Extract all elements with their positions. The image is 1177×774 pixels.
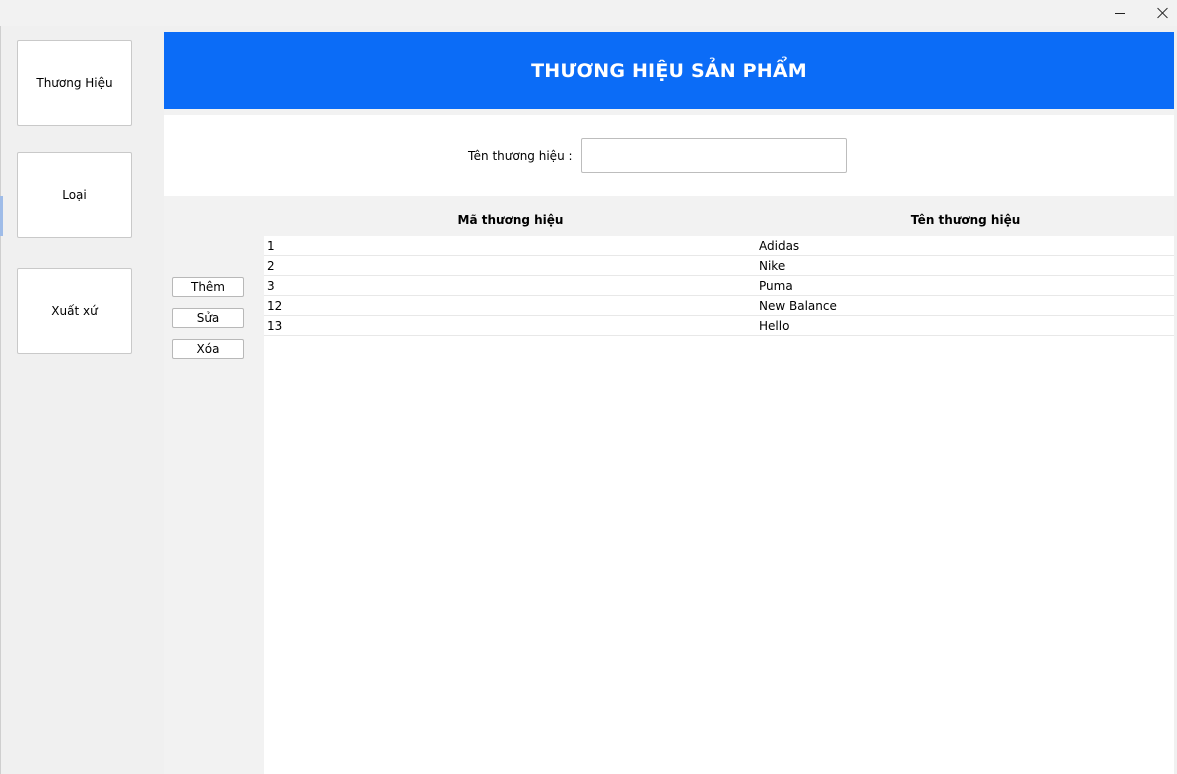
cell-brand-name: Adidas [759,239,800,253]
cell-brand-name: New Balance [759,299,837,313]
column-header-brand-name[interactable]: Tên thương hiệu [757,204,1174,236]
window-title-bar [0,0,1177,26]
table-row[interactable]: 2 Nike [264,256,1174,276]
brand-table[interactable]: Mã thương hiệu Tên thương hiệu 1 Adidas … [264,204,1174,774]
cell-brand-name: Puma [759,279,793,293]
main-panel: THƯƠNG HIỆU SẢN PHẨM Tên thương hiệu : T… [164,32,1174,774]
table-header: Mã thương hiệu Tên thương hiệu [264,204,1174,236]
sidebar: Thương Hiệu Loại Xuất xứ [10,32,152,774]
close-icon [1157,7,1169,19]
table-body: 1 Adidas 2 Nike 3 Puma 12 New Balance 13… [264,236,1174,336]
cell-brand-id: 12 [267,299,283,313]
sidebar-item-xuat-xu[interactable]: Xuất xứ [17,268,132,354]
cell-brand-name: Hello [759,319,790,333]
table-row[interactable]: 3 Puma [264,276,1174,296]
brand-name-label: Tên thương hiệu : [468,149,573,163]
add-button[interactable]: Thêm [172,277,244,297]
page-header: THƯƠNG HIỆU SẢN PHẨM [164,32,1174,109]
minimize-icon [1115,12,1125,14]
table-row[interactable]: 13 Hello [264,316,1174,336]
sidebar-item-loai[interactable]: Loại [17,152,132,238]
sidebar-item-thuong-hieu[interactable]: Thương Hiệu [17,40,132,126]
page-title: THƯƠNG HIỆU SẢN PHẨM [531,59,807,82]
cell-brand-name: Nike [759,259,786,273]
cell-brand-id: 1 [267,239,275,253]
window-edge-highlight [0,196,3,236]
cell-brand-id: 3 [267,279,275,293]
window-edge [0,26,1,774]
column-header-brand-id[interactable]: Mã thương hiệu [264,204,757,236]
delete-button[interactable]: Xóa [172,339,244,359]
table-row[interactable]: 12 New Balance [264,296,1174,316]
brand-form: Tên thương hiệu : [164,115,1174,196]
cell-brand-id: 2 [267,259,275,273]
cell-brand-id: 13 [267,319,283,333]
brand-name-input[interactable] [581,138,847,173]
minimize-button[interactable] [1098,0,1142,26]
edit-button[interactable]: Sửa [172,308,244,328]
table-row[interactable]: 1 Adidas [264,236,1174,256]
close-button[interactable] [1141,0,1177,26]
